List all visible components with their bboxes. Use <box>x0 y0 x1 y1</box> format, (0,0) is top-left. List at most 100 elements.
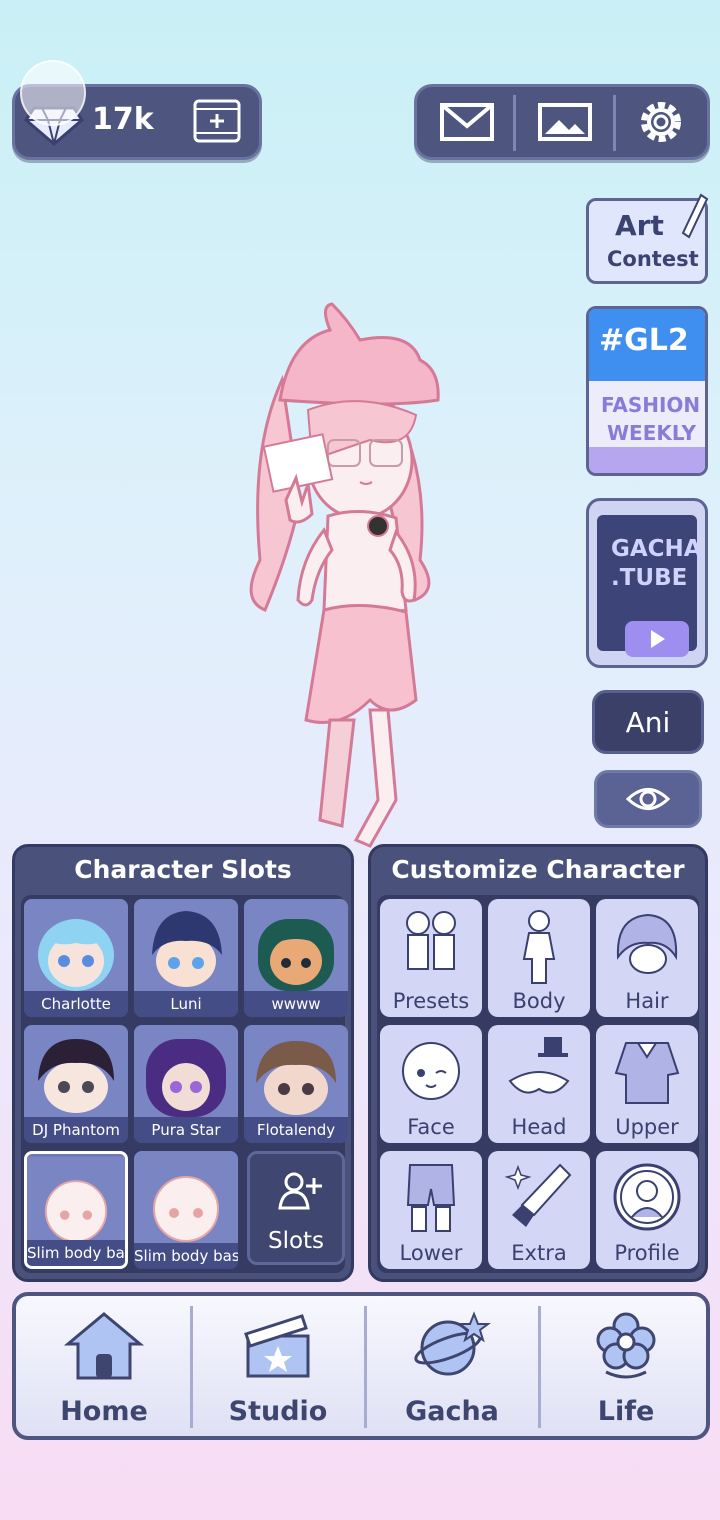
slot-label: Luni <box>134 991 238 1017</box>
head-icon <box>508 1037 570 1094</box>
add-user-icon <box>278 1172 322 1210</box>
art-contest-line1: Art <box>615 209 664 242</box>
touch-indicator <box>20 60 86 126</box>
mail-button[interactable] <box>419 87 515 157</box>
clapperboard-icon <box>244 1314 310 1378</box>
character-slots-title: Character Slots <box>74 855 292 884</box>
mail-icon <box>440 103 494 141</box>
film-add-icon[interactable] <box>192 98 242 144</box>
slot-label: Slim body bas <box>27 1240 125 1266</box>
slot-label: Pura Star <box>134 1117 238 1143</box>
slots-button-label: Slots <box>267 1228 325 1254</box>
customize-face-button[interactable]: Face <box>380 1025 482 1143</box>
customize-profile-button[interactable]: Profile <box>596 1151 698 1269</box>
art-contest-button[interactable]: Art Contest <box>586 193 709 284</box>
top-right-toolbar <box>414 84 710 160</box>
avatar <box>244 899 348 991</box>
character-slot[interactable]: Charlotte <box>24 899 128 1017</box>
character-slot-selected[interactable]: Slim body bas <box>24 1151 128 1269</box>
gacha-tube-title: GACHA .TUBE <box>611 535 702 593</box>
slot-label: wwww <box>244 991 348 1017</box>
customize-label: Hair <box>625 989 669 1013</box>
character-slot[interactable]: Slim body bas <box>134 1151 238 1269</box>
play-icon <box>625 621 689 657</box>
customize-hair-button[interactable]: Hair <box>596 899 698 1017</box>
customize-label: Presets <box>392 989 470 1013</box>
bottom-nav: Home Studio Gacha Life <box>12 1292 710 1440</box>
gacha-tube-line1: GACHA <box>611 536 702 562</box>
avatar <box>134 1025 238 1117</box>
slot-label: DJ Phantom <box>24 1117 128 1143</box>
avatar <box>24 1025 128 1117</box>
planet-icon <box>414 1311 491 1376</box>
customize-label: Profile <box>614 1241 680 1265</box>
eye-icon <box>625 788 671 810</box>
settings-button[interactable] <box>613 87 709 157</box>
house-icon <box>64 1312 144 1380</box>
avatar <box>27 1156 125 1244</box>
nav-label: Home <box>60 1396 148 1427</box>
gear-icon <box>641 102 681 142</box>
character-slots-panel: Character Slots Charlotte Luni wwww DJ P… <box>12 844 354 1282</box>
nav-life[interactable]: Life <box>540 1296 712 1436</box>
customize-label: Lower <box>399 1241 463 1265</box>
extra-icon <box>504 1163 572 1227</box>
character-slot[interactable]: wwww <box>244 899 348 1017</box>
customize-body-button[interactable]: Body <box>488 899 590 1017</box>
avatar <box>134 1151 238 1243</box>
gallery-button[interactable] <box>517 87 613 157</box>
customize-label: Body <box>512 989 566 1013</box>
customize-label: Head <box>511 1115 567 1139</box>
gallery-icon <box>538 103 592 141</box>
avatar <box>24 899 128 991</box>
add-slots-button[interactable]: Slots <box>247 1151 345 1265</box>
customize-head-button[interactable]: Head <box>488 1025 590 1143</box>
nav-studio[interactable]: Studio <box>192 1296 364 1436</box>
character-slot[interactable]: Luni <box>134 899 238 1017</box>
fashion-weekly-line1: FASHION <box>601 393 701 417</box>
lower-icon <box>406 1164 456 1232</box>
character-slot[interactable]: DJ Phantom <box>24 1025 128 1143</box>
slot-label: Charlotte <box>24 991 128 1017</box>
fashion-weekly-button[interactable]: #GL2 FASHION WEEKLY <box>586 306 708 476</box>
customize-upper-button[interactable]: Upper <box>596 1025 698 1143</box>
body-icon <box>522 910 556 984</box>
customize-presets-button[interactable]: Presets <box>380 899 482 1017</box>
gacha-tube-line2: .TUBE <box>611 565 688 591</box>
gacha-tube-button[interactable]: GACHA .TUBE <box>586 498 708 668</box>
customize-label: Face <box>407 1115 455 1139</box>
slots-grid: Charlotte Luni wwww DJ Phantom Pura Star… <box>21 895 348 1273</box>
hair-icon <box>616 913 678 974</box>
fashion-weekly-tag: #GL2 <box>599 323 689 358</box>
flower-icon <box>596 1312 656 1379</box>
nav-label: Life <box>597 1396 655 1427</box>
slot-label: Flotalendy <box>244 1117 348 1143</box>
customize-label: Extra <box>511 1241 567 1265</box>
character-slot[interactable]: Flotalendy <box>244 1025 348 1143</box>
customize-panel: Customize Character Presets Body Hair Fa… <box>368 844 708 1282</box>
avatar <box>134 899 238 991</box>
character-slot[interactable]: Pura Star <box>134 1025 238 1143</box>
pencil-icon <box>681 193 709 239</box>
visibility-button[interactable] <box>594 770 702 828</box>
presets-icon <box>406 911 456 970</box>
customize-label: Upper <box>615 1115 679 1139</box>
upper-icon <box>614 1042 680 1104</box>
avatar <box>244 1025 348 1117</box>
gem-count: 17k <box>92 102 154 137</box>
fashion-weekly-line2: WEEKLY <box>607 421 696 445</box>
customize-extra-button[interactable]: Extra <box>488 1151 590 1269</box>
nav-home[interactable]: Home <box>18 1296 190 1436</box>
profile-icon <box>613 1163 681 1231</box>
ani-button[interactable]: Ani <box>592 690 704 754</box>
customize-grid: Presets Body Hair Face Head Upper Lower … <box>377 895 699 1273</box>
art-contest-line2: Contest <box>607 247 699 271</box>
nav-gacha[interactable]: Gacha <box>366 1296 538 1436</box>
customize-lower-button[interactable]: Lower <box>380 1151 482 1269</box>
customize-title: Customize Character <box>391 855 685 884</box>
nav-label: Gacha <box>405 1396 499 1427</box>
character-preview[interactable] <box>220 300 460 860</box>
nav-label: Studio <box>228 1396 328 1427</box>
face-icon <box>402 1042 460 1100</box>
slot-label: Slim body bas <box>134 1243 238 1269</box>
